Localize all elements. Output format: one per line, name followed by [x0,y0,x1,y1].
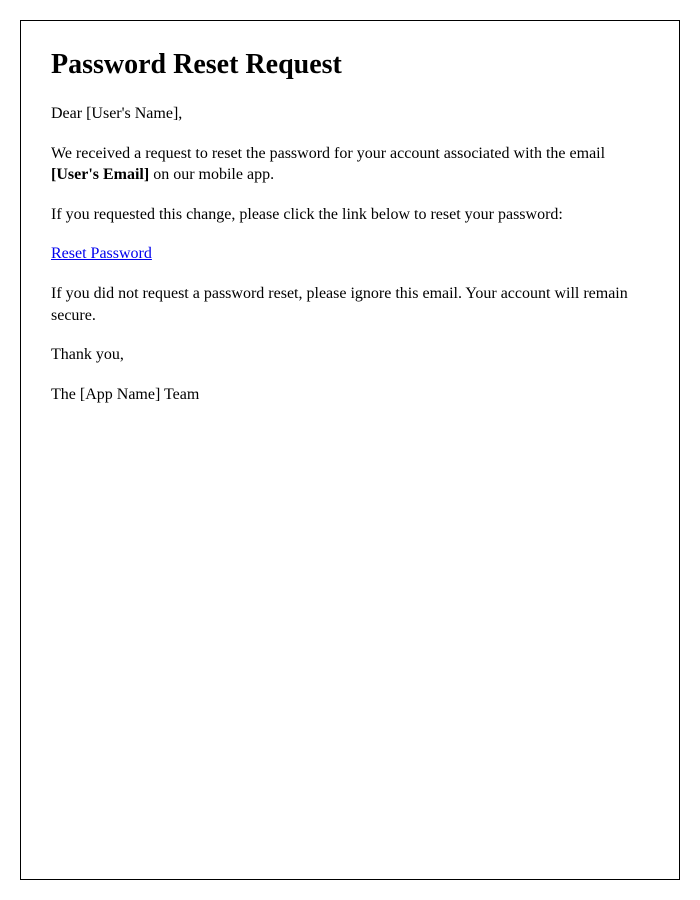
page-title: Password Reset Request [51,49,649,81]
greeting-prefix: Dear [51,105,86,122]
signature-prefix: The [51,386,80,403]
intro-prefix: We received a request to reset the passw… [51,145,605,162]
reset-password-link[interactable]: Reset Password [51,245,152,262]
signature-suffix: Team [160,386,199,403]
signature-line: The [App Name] Team [51,384,649,406]
document-frame: Password Reset Request Dear [User's Name… [20,20,680,880]
ignore-notice-paragraph: If you did not request a password reset,… [51,283,649,326]
user-email-placeholder: [User's Email] [51,166,149,183]
greeting-name: [User's Name] [86,105,178,122]
intro-paragraph: We received a request to reset the passw… [51,143,649,186]
instruction-paragraph: If you requested this change, please cli… [51,204,649,226]
greeting-suffix: , [178,105,182,122]
greeting-line: Dear [User's Name], [51,103,649,125]
thank-you-line: Thank you, [51,344,649,366]
app-name-placeholder: [App Name] [80,386,160,403]
intro-suffix: on our mobile app. [149,166,274,183]
reset-link-paragraph: Reset Password [51,243,649,265]
